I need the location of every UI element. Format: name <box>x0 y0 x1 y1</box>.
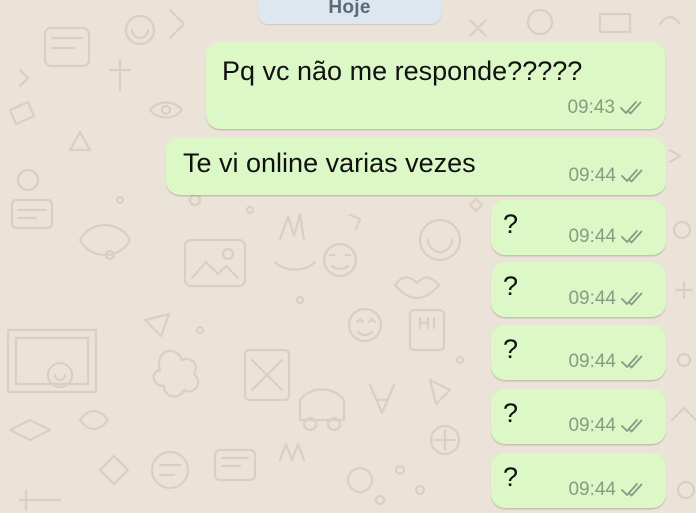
double-check-icon <box>621 419 643 433</box>
message-meta: 09:44 <box>568 415 648 437</box>
message-time: 09:43 <box>567 97 615 118</box>
message-list[interactable]: Hoje Pq vc não me responde????? 09:43 Te… <box>0 0 696 513</box>
message-time: 09:44 <box>568 288 616 309</box>
double-check-icon <box>621 169 643 183</box>
date-separator: Hoje <box>258 0 441 24</box>
message-meta: 09:44 <box>568 479 648 501</box>
message-text: Pq vc não me responde????? <box>222 56 583 86</box>
message-time: 09:44 <box>568 165 616 186</box>
message-text: ? <box>503 462 519 492</box>
double-check-icon <box>620 101 642 115</box>
message-meta: 09:44 <box>568 226 648 248</box>
message-bubble[interactable]: ? 09:44 <box>491 389 666 444</box>
date-label: Hoje <box>328 0 371 18</box>
message-bubble[interactable]: Te vi online varias vezes 09:44 <box>166 138 666 195</box>
message-text: ? <box>503 209 519 239</box>
message-meta: 09:44 <box>568 288 648 310</box>
message-time: 09:44 <box>568 226 616 247</box>
double-check-icon <box>621 483 643 497</box>
double-check-icon <box>621 355 643 369</box>
message-meta: 09:43 <box>567 97 647 119</box>
message-time: 09:44 <box>568 415 616 436</box>
double-check-icon <box>621 292 643 306</box>
message-text: ? <box>503 271 519 301</box>
double-check-icon <box>621 230 643 244</box>
message-time: 09:44 <box>568 351 616 372</box>
message-text: ? <box>503 398 519 428</box>
message-meta: 09:44 <box>568 165 648 187</box>
message-time: 09:44 <box>568 479 616 500</box>
message-bubble[interactable]: ? 09:44 <box>491 325 666 380</box>
message-bubble[interactable]: ? 09:44 <box>491 453 666 508</box>
message-bubble[interactable]: Pq vc não me responde????? 09:43 <box>206 42 665 129</box>
message-text: Te vi online varias vezes <box>183 148 476 178</box>
message-bubble[interactable]: ? 09:44 <box>491 200 666 255</box>
message-text: ? <box>503 334 519 364</box>
message-bubble[interactable]: ? 09:44 <box>491 262 666 317</box>
message-meta: 09:44 <box>568 351 648 373</box>
